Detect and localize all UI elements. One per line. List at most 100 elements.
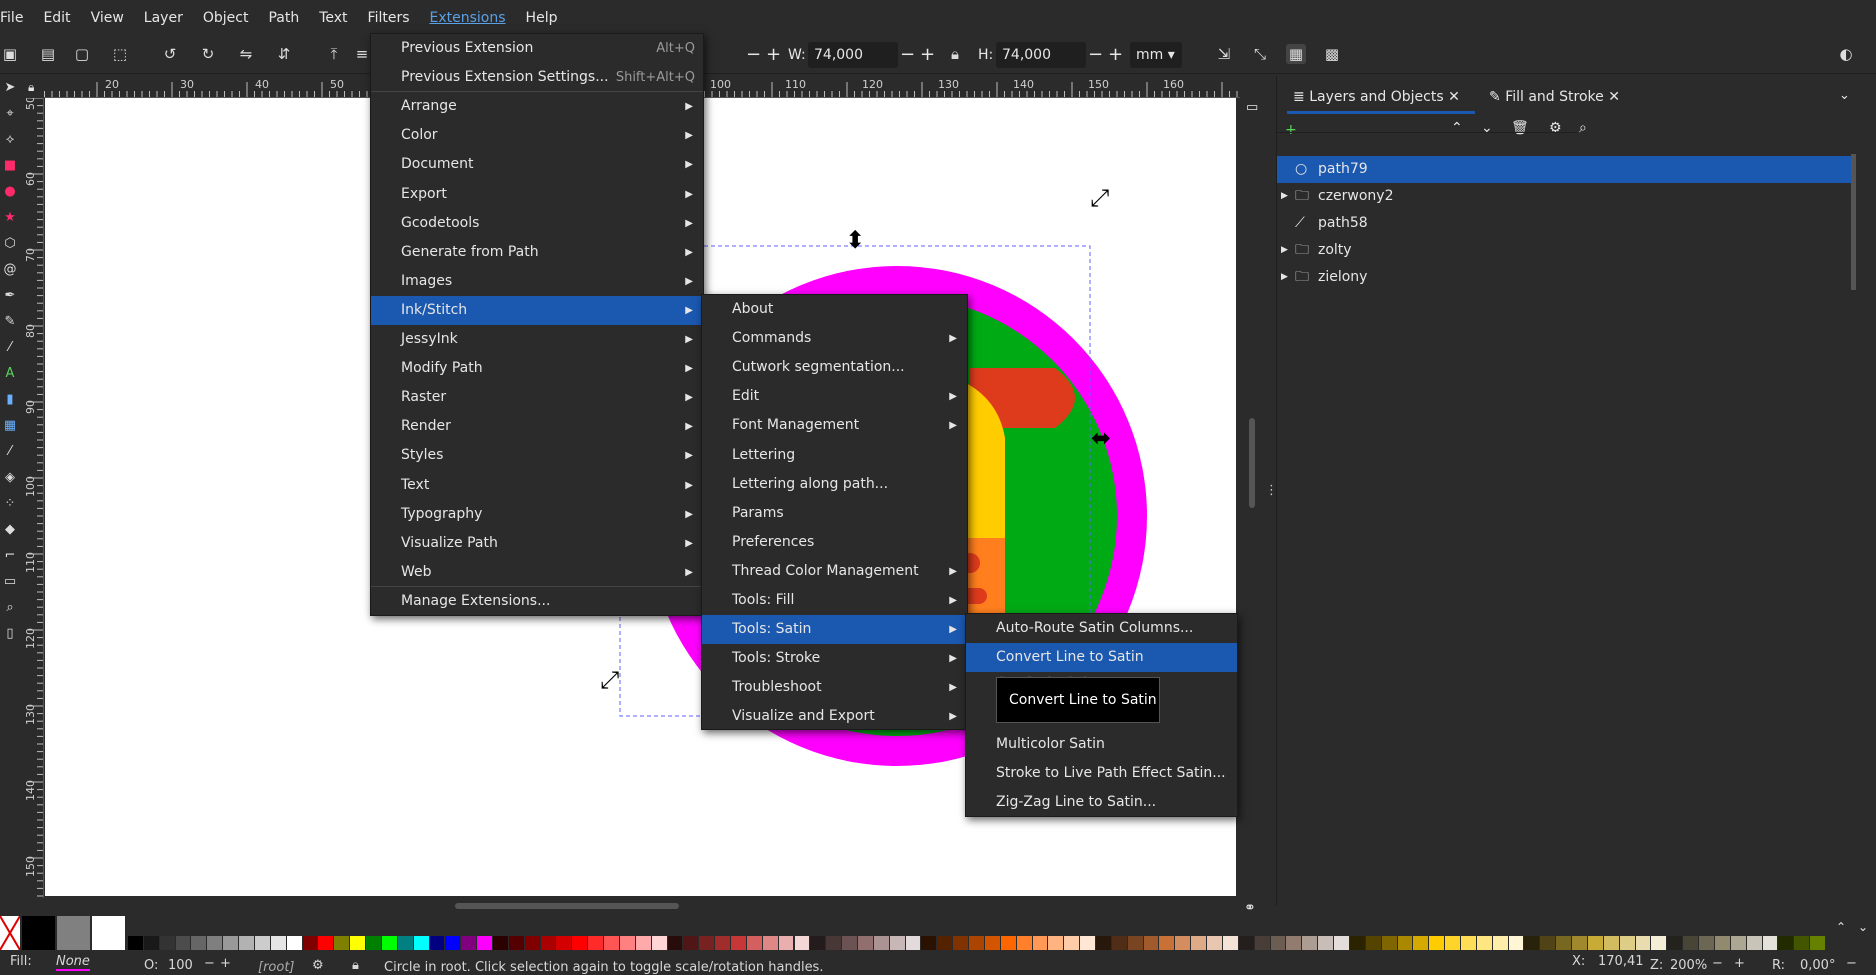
pencil-tool-icon[interactable]: ✎ xyxy=(0,314,20,334)
menu-item-thread-color-management[interactable]: Thread Color Management ▶ xyxy=(702,557,967,586)
search-icon[interactable]: ⌕ xyxy=(1579,120,1587,136)
expand-icon[interactable]: ▶ xyxy=(1281,237,1288,264)
rotation-minus-icon[interactable]: − xyxy=(1846,956,1857,971)
menu-item-export[interactable]: Export ▶ xyxy=(371,180,703,209)
scale-handle-top-right[interactable]: ⤢ xyxy=(1090,186,1109,210)
move-up-icon[interactable]: ⌃ xyxy=(1451,120,1463,136)
menu-item-lettering[interactable]: Lettering xyxy=(702,441,967,470)
menu-item-stroke-to-live-path-effect-satin[interactable]: Stroke to Live Path Effect Satin... xyxy=(966,759,1237,788)
menu-item-web[interactable]: Web ▶ xyxy=(371,558,703,587)
move-down-icon[interactable]: ⌄ xyxy=(1481,120,1493,136)
color-swatch[interactable] xyxy=(92,916,125,950)
color-manage-icon[interactable]: ⚭ xyxy=(1244,900,1256,916)
zoom-value[interactable]: 200% xyxy=(1670,958,1707,973)
menu-item-generate-from-path[interactable]: Generate from Path ▶ xyxy=(371,238,703,267)
menu-item-params[interactable]: Params xyxy=(702,499,967,528)
menu-file[interactable]: File xyxy=(0,0,33,36)
menu-item-multicolor-satin[interactable]: Multicolor Satin xyxy=(966,730,1237,759)
menu-edit[interactable]: Edit xyxy=(33,0,80,36)
menu-item-modify-path[interactable]: Modify Path ▶ xyxy=(371,354,703,383)
scale-corners-icon[interactable]: ⤡ xyxy=(1250,44,1270,64)
menu-item-cutwork-segmentation[interactable]: Cutwork segmentation... xyxy=(702,353,967,382)
no-paint-swatch[interactable] xyxy=(0,915,21,951)
x-increment-button[interactable]: + xyxy=(766,42,781,68)
menu-extensions[interactable]: Extensions xyxy=(420,0,516,36)
menu-layer[interactable]: Layer xyxy=(134,0,193,36)
menu-item-preferences[interactable]: Preferences xyxy=(702,528,967,557)
layer-row-zolty[interactable]: ▶ 🗀︎ zolty xyxy=(1277,237,1853,264)
flip-horizontal-icon[interactable]: ⇋ xyxy=(236,44,256,64)
expand-icon[interactable]: ▶ xyxy=(1281,183,1288,210)
menu-item-font-management[interactable]: Font Management ▶ xyxy=(702,411,967,440)
lock-icon[interactable]: 🔒︎ xyxy=(945,44,965,64)
menu-view[interactable]: View xyxy=(81,0,134,36)
menu-item-auto-route-satin-columns[interactable]: Auto-Route Satin Columns... xyxy=(966,614,1237,643)
layer-row-czerwony2[interactable]: ▶ 🗀︎ czerwony2 xyxy=(1277,183,1853,210)
tab-fill-and-stroke[interactable]: ✎ Fill and Stroke ✕ xyxy=(1489,86,1629,114)
lock-icon[interactable]: 🔒︎ xyxy=(352,958,359,973)
layer-row-path58[interactable]: ⟋ path58 xyxy=(1277,210,1853,237)
flip-vertical-icon[interactable]: ⇵ xyxy=(274,44,294,64)
transform-gradients-icon[interactable]: ▦ xyxy=(1286,44,1306,64)
menu-item-troubleshoot[interactable]: Troubleshoot ▶ xyxy=(702,673,967,702)
chevron-down-icon[interactable]: ⌄ xyxy=(1839,88,1850,103)
settings-gear-icon[interactable]: ⚙ xyxy=(1549,120,1562,136)
menu-item-ink-stitch[interactable]: Ink/Stitch ▶ xyxy=(371,295,703,325)
zoom-plus-icon[interactable]: + xyxy=(1734,956,1745,971)
delete-icon[interactable]: 🗑︎ xyxy=(1511,120,1529,136)
palette-menu-icon[interactable]: ⌄ xyxy=(1858,920,1868,934)
layer-row-zielony[interactable]: ▶ 🗀︎ zielony xyxy=(1277,264,1853,291)
menu-item-styles[interactable]: Styles ▶ xyxy=(371,441,703,470)
close-icon[interactable]: ✕ xyxy=(1448,89,1460,105)
opacity-plus-icon[interactable]: + xyxy=(220,956,231,971)
menu-help[interactable]: Help xyxy=(516,0,568,36)
menu-item-text[interactable]: Text ▶ xyxy=(371,471,703,500)
text-tool-icon[interactable]: A xyxy=(0,366,20,386)
select-all-icon[interactable]: ▣ xyxy=(0,44,20,64)
selector-tool-icon[interactable]: ➤ xyxy=(0,80,20,100)
scale-stroke-icon[interactable]: ⇲ xyxy=(1214,44,1234,64)
menu-item-document[interactable]: Document ▶ xyxy=(371,150,703,179)
layer-row-path79[interactable]: ○ path79 xyxy=(1277,156,1853,183)
menu-path[interactable]: Path xyxy=(258,0,309,36)
mesh-tool-icon[interactable]: ▦ xyxy=(0,418,20,438)
scale-handle-right[interactable]: ⬌ xyxy=(1091,426,1111,450)
menu-item-tools-fill[interactable]: Tools: Fill ▶ xyxy=(702,586,967,615)
close-icon[interactable]: ✕ xyxy=(1608,89,1620,105)
tab-layers-and-objects[interactable]: ≣ Layers and Objects ✕ xyxy=(1287,86,1475,114)
spiral-tool-icon[interactable]: @ xyxy=(0,262,20,282)
menu-item-lettering-along-path[interactable]: Lettering along path... xyxy=(702,470,967,499)
menu-item-images[interactable]: Images ▶ xyxy=(371,267,703,296)
menu-item-gcodetools[interactable]: Gcodetools ▶ xyxy=(371,209,703,238)
menu-item-jessyink[interactable]: JessyInk ▶ xyxy=(371,325,703,354)
deselect-icon[interactable]: ▢ xyxy=(72,44,92,64)
fill-value[interactable]: None xyxy=(56,954,90,971)
snap-toggle-icon[interactable]: ◐ xyxy=(1836,44,1856,64)
calligraphy-tool-icon[interactable]: ⁄ xyxy=(0,340,20,360)
raise-icon[interactable]: ≡ xyxy=(352,44,372,64)
menu-item-previous-extension-settings[interactable]: Previous Extension Settings... Shift+Alt+… xyxy=(371,63,703,92)
layers-scrollbar[interactable] xyxy=(1851,154,1856,290)
x-decrement-button[interactable]: − xyxy=(746,42,761,68)
unit-select[interactable]: mm ▾ xyxy=(1130,42,1182,68)
rect-tool-icon[interactable]: ■ xyxy=(0,158,20,178)
ruler-lock-icon[interactable]: 🔒︎ xyxy=(28,80,34,95)
ellipse-tool-icon[interactable]: ● xyxy=(0,184,20,204)
menu-object[interactable]: Object xyxy=(193,0,259,36)
scale-handle-top[interactable]: ⬍ xyxy=(845,228,865,252)
menu-item-zig-zag-line-to-satin[interactable]: Zig-Zag Line to Satin... xyxy=(966,788,1237,817)
menu-filters[interactable]: Filters xyxy=(358,0,420,36)
gradient-tool-icon[interactable]: ▮ xyxy=(0,392,20,412)
select-same-icon[interactable]: ⬚ xyxy=(110,44,130,64)
layer-indicator[interactable]: [root] xyxy=(258,960,295,975)
menu-item-tools-stroke[interactable]: Tools: Stroke ▶ xyxy=(702,644,967,673)
palette-up-icon[interactable]: ⌃ xyxy=(1836,920,1846,934)
menu-item-tools-satin[interactable]: Tools: Satin ▶ xyxy=(702,615,967,645)
menu-item-convert-line-to-satin[interactable]: Convert Line to Satin xyxy=(966,643,1237,672)
width-increment-button[interactable]: + xyxy=(920,42,935,68)
connector-tool-icon[interactable]: ⌐ xyxy=(0,548,20,568)
menu-item-previous-extension[interactable]: Previous Extension Alt+Q xyxy=(371,34,703,63)
menu-item-visualize-and-export[interactable]: Visualize and Export ▶ xyxy=(702,702,967,731)
opacity-stepper-icon[interactable]: − xyxy=(204,956,215,971)
select-all-layers-icon[interactable]: ▤ xyxy=(38,44,58,64)
